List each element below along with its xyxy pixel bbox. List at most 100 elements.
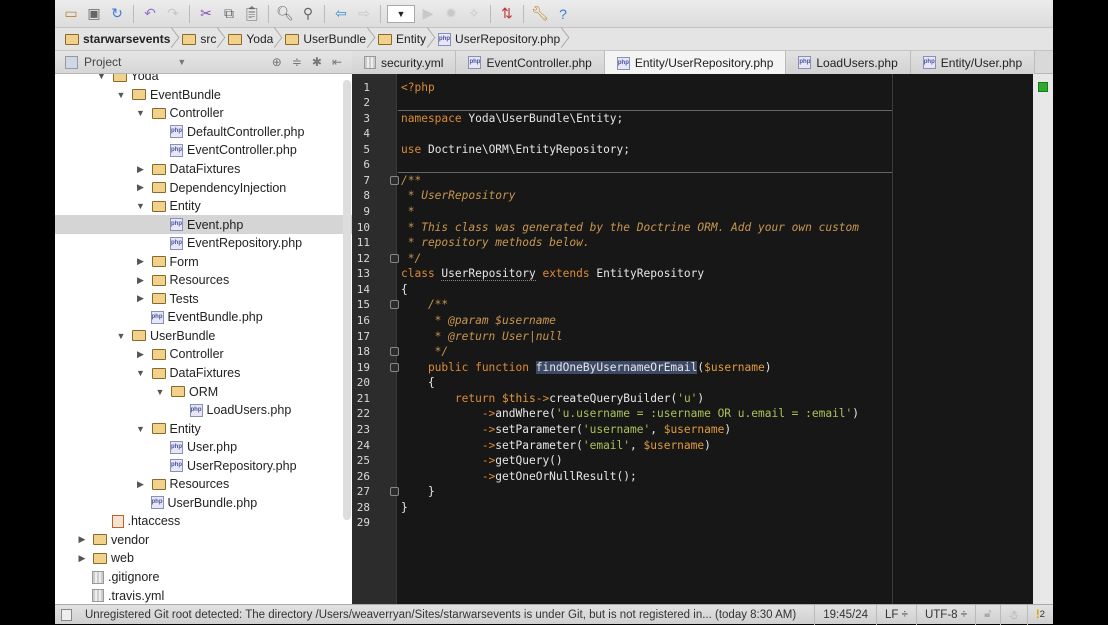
- collapse-all-icon[interactable]: ≑: [292, 55, 302, 69]
- tree-folder[interactable]: ▶ Resources: [55, 271, 352, 290]
- collapsed-arrow-icon[interactable]: ▶: [135, 182, 147, 193]
- vcs-icon[interactable]: ⇅: [497, 4, 517, 24]
- tree-folder[interactable]: ▼ UserBundle: [55, 327, 352, 346]
- collapsed-arrow-icon[interactable]: ▶: [135, 349, 147, 360]
- editor-scrollbar[interactable]: [1033, 74, 1053, 604]
- tree-folder[interactable]: ▼ ORM: [55, 382, 352, 401]
- expanded-arrow-icon[interactable]: ▼: [154, 387, 166, 397]
- expanded-arrow-icon[interactable]: ▼: [115, 90, 127, 100]
- tree-folder[interactable]: ▼ Entity: [55, 419, 352, 438]
- gear-icon[interactable]: ✱: [312, 55, 322, 69]
- coverage-icon[interactable]: ✧: [464, 4, 484, 24]
- tree-file[interactable]: php DefaultController.php: [55, 123, 352, 142]
- tab-entity-userrepository-php[interactable]: php Entity/UserRepository.php: [604, 51, 787, 75]
- tree-file[interactable]: php UserBundle.php: [55, 494, 352, 513]
- expanded-arrow-icon[interactable]: ▼: [135, 201, 147, 211]
- forward-icon[interactable]: ⇨: [354, 4, 374, 24]
- breadcrumb-item[interactable]: php UserRepository.php: [436, 28, 570, 50]
- line-separator[interactable]: LF ÷: [876, 604, 916, 625]
- collapsed-arrow-icon[interactable]: ▶: [135, 293, 147, 304]
- status-message[interactable]: Unregistered Git root detected: The dire…: [55, 609, 814, 621]
- lock-icon[interactable]: 🔓︎: [975, 604, 999, 625]
- tab-eventcontroller-php[interactable]: php EventController.php: [456, 51, 605, 74]
- collapsed-arrow-icon[interactable]: ▶: [76, 553, 88, 564]
- tree-folder[interactable]: ▼ Entity: [55, 197, 352, 216]
- expanded-arrow-icon[interactable]: ▼: [135, 108, 147, 118]
- help-icon[interactable]: ?: [553, 4, 573, 24]
- replace-icon[interactable]: ⚲: [298, 4, 318, 24]
- cut-icon[interactable]: ✂: [196, 4, 216, 24]
- settings-icon[interactable]: 🔧︎: [530, 4, 550, 24]
- find-icon[interactable]: 🔍︎: [275, 4, 295, 24]
- tab-security-yml[interactable]: security.yml: [352, 51, 457, 74]
- tree-folder[interactable]: ▼ EventBundle: [55, 86, 352, 105]
- inspector-icon[interactable]: ☃︎: [999, 604, 1027, 625]
- tree-folder[interactable]: ▶ DependencyInjection: [55, 178, 352, 197]
- fold-open-icon[interactable]: [390, 300, 399, 310]
- tree-file[interactable]: php LoadUsers.php: [55, 401, 352, 420]
- tab-loadusers-php[interactable]: php LoadUsers.php: [786, 51, 911, 74]
- hide-panel-icon[interactable]: ⇤: [332, 55, 342, 69]
- project-view-selector[interactable]: Project: [84, 55, 121, 69]
- tree-folder[interactable]: ▶ DataFixtures: [55, 160, 352, 179]
- tool-windows-icon[interactable]: [61, 609, 72, 621]
- tree-folder[interactable]: ▶ Form: [55, 252, 352, 271]
- code-editor[interactable]: 1 2 3 4 5 6 7 8 9 10 11 12 13 14 15 16 17 18 19 20 21 22 23 24 2…: [352, 74, 1053, 604]
- fold-close-icon[interactable]: [390, 487, 399, 497]
- tree-folder[interactable]: ▶ Tests: [55, 290, 352, 309]
- tree-file[interactable]: php EventRepository.php: [55, 234, 352, 253]
- warnings-indicator[interactable]: ! 2: [1026, 604, 1053, 625]
- collapsed-arrow-icon[interactable]: ▶: [135, 479, 147, 490]
- expanded-arrow-icon[interactable]: ▼: [96, 74, 108, 81]
- tree-file[interactable]: .gitignore: [55, 568, 352, 587]
- file-encoding[interactable]: UTF-8 ÷: [915, 604, 975, 625]
- tree-folder[interactable]: ▼ DataFixtures: [55, 364, 352, 383]
- tree-scrollbar[interactable]: [343, 80, 351, 520]
- tree-file[interactable]: php UserRepository.php: [55, 456, 352, 475]
- sync-icon[interactable]: ↻: [107, 4, 127, 24]
- breadcrumb-item[interactable]: src: [180, 28, 226, 50]
- open-folder-icon[interactable]: ▭: [61, 4, 81, 24]
- breadcrumb-item[interactable]: Entity: [376, 28, 436, 50]
- locate-icon[interactable]: ⊕: [272, 55, 282, 69]
- back-icon[interactable]: ⇦: [331, 4, 351, 24]
- run-icon[interactable]: ▶: [418, 4, 438, 24]
- run-config-dropdown[interactable]: ▼: [387, 4, 415, 23]
- tree-folder[interactable]: ▶ vendor: [55, 531, 352, 550]
- collapsed-arrow-icon[interactable]: ▶: [76, 534, 88, 545]
- tree-file[interactable]: .htaccess: [55, 512, 352, 531]
- paste-icon[interactable]: 📋︎: [242, 4, 262, 24]
- collapsed-arrow-icon[interactable]: ▶: [135, 164, 147, 175]
- tree-folder[interactable]: ▶ Resources: [55, 475, 352, 494]
- breadcrumb-item[interactable]: Yoda: [226, 28, 283, 50]
- fold-open-icon[interactable]: [390, 175, 399, 185]
- fold-close-icon[interactable]: [390, 347, 399, 357]
- save-icon[interactable]: ▣: [84, 4, 104, 24]
- chevron-down-icon[interactable]: ▼: [177, 57, 186, 67]
- expanded-arrow-icon[interactable]: ▼: [115, 331, 127, 341]
- debug-icon[interactable]: ✹: [441, 4, 461, 24]
- breadcrumb-item[interactable]: UserBundle: [283, 28, 376, 50]
- tree-file[interactable]: .travis.yml: [55, 586, 352, 604]
- copy-icon[interactable]: ⧉: [219, 4, 239, 24]
- tab-entity-user-php[interactable]: php Entity/User.php: [910, 51, 1036, 74]
- expanded-arrow-icon[interactable]: ▼: [135, 424, 147, 434]
- expanded-arrow-icon[interactable]: ▼: [135, 368, 147, 378]
- tree-folder[interactable]: ▼ Yoda: [55, 74, 352, 86]
- tree-folder[interactable]: ▼ Controller: [55, 104, 352, 123]
- collapsed-arrow-icon[interactable]: ▶: [135, 275, 147, 286]
- tree-file[interactable]: php EventController.php: [55, 141, 352, 160]
- fold-close-icon[interactable]: [390, 253, 399, 263]
- tree-file[interactable]: php User.php: [55, 438, 352, 457]
- undo-icon[interactable]: ↶: [140, 4, 160, 24]
- fold-open-icon[interactable]: [390, 362, 399, 372]
- tree-folder[interactable]: ▶ web: [55, 549, 352, 568]
- breadcrumb-item[interactable]: starwarsevents: [63, 28, 180, 50]
- folder-icon: [151, 107, 166, 119]
- tree-file[interactable]: php Event.php: [55, 215, 352, 234]
- tree-file[interactable]: php EventBundle.php: [55, 308, 352, 327]
- collapsed-arrow-icon[interactable]: ▶: [135, 256, 147, 267]
- redo-icon[interactable]: ↷: [163, 4, 183, 24]
- tree-folder[interactable]: ▶ Controller: [55, 345, 352, 364]
- caret-position[interactable]: 19:45/24: [814, 604, 876, 625]
